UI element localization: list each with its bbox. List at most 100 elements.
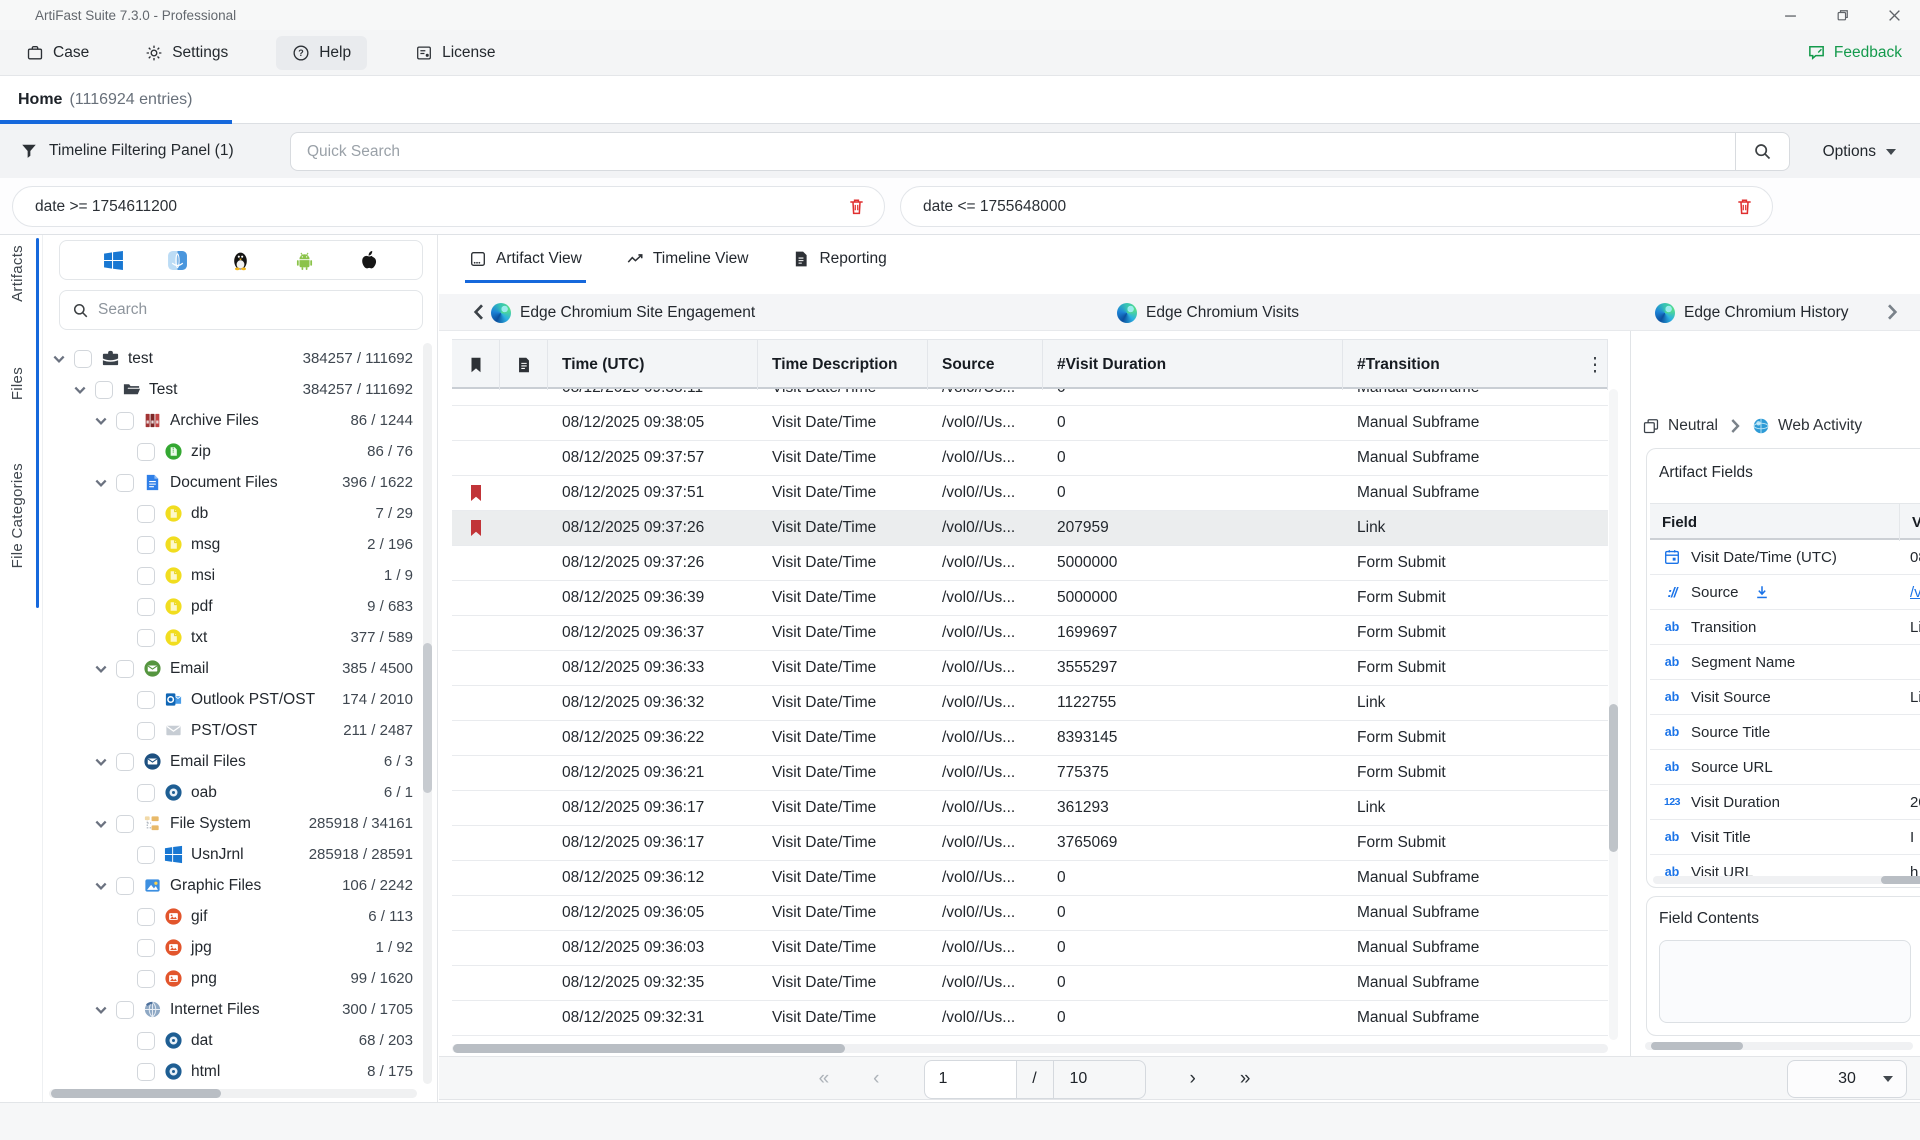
tree-item-internet-files[interactable]: Internet Files300 / 1705: [43, 994, 417, 1025]
timeline-filtering-panel-button[interactable]: Timeline Filtering Panel (1): [20, 124, 234, 178]
scrollbar-thumb[interactable]: [423, 643, 432, 793]
checkbox[interactable]: [137, 908, 155, 926]
checkbox[interactable]: [137, 598, 155, 616]
side-tab-files[interactable]: Files: [9, 367, 26, 400]
scrollbar-thumb[interactable]: [453, 1044, 845, 1053]
previous-page-button[interactable]: ‹: [873, 1068, 879, 1090]
tree-horizontal-scrollbar[interactable]: [49, 1089, 417, 1098]
tree-item-graphic-files[interactable]: Graphic Files106 / 2242: [43, 870, 417, 901]
tree-search-input[interactable]: [98, 301, 410, 319]
checkbox[interactable]: [137, 1032, 155, 1050]
checkbox[interactable]: [137, 567, 155, 585]
field-row-source-title[interactable]: abSource Title: [1650, 715, 1920, 750]
trash-icon[interactable]: [847, 197, 866, 216]
table-row[interactable]: 08/12/2025 09:36:22Visit Date/Time/vol0/…: [452, 721, 1608, 756]
column-menu-kebab-icon[interactable]: [1584, 340, 1606, 390]
value-column-header[interactable]: Value: [1900, 504, 1920, 541]
minimize-button[interactable]: [1764, 0, 1816, 30]
maximize-button[interactable]: [1816, 0, 1868, 30]
table-row[interactable]: 08/12/2025 09:37:26Visit Date/Time/vol0/…: [452, 511, 1608, 546]
scrollbar-thumb[interactable]: [51, 1089, 221, 1098]
chevron-down-icon[interactable]: [93, 816, 109, 832]
artifact-tab-site-engagement[interactable]: Edge Chromium Site Engagement: [491, 294, 755, 331]
tree-item-email[interactable]: Email385 / 4500: [43, 653, 417, 684]
tree-item-db[interactable]: db7 / 29: [43, 498, 417, 529]
table-row[interactable]: 08/12/2025 09:36:12Visit Date/Time/vol0/…: [452, 861, 1608, 896]
tree-item-test[interactable]: test384257 / 111692: [43, 343, 417, 374]
tree-item-outlook-pst-ost[interactable]: Outlook PST/OST174 / 2010: [43, 684, 417, 715]
checkbox[interactable]: [116, 1001, 134, 1019]
scrollbar-thumb[interactable]: [1609, 704, 1618, 852]
tree-item-msg[interactable]: msg2 / 196: [43, 529, 417, 560]
close-button[interactable]: [1868, 0, 1920, 30]
tree-item-html[interactable]: html8 / 175: [43, 1056, 417, 1082]
filter-chip-date-to[interactable]: date <= 1755648000: [900, 186, 1773, 227]
field-contents-box[interactable]: [1659, 940, 1911, 1023]
artifact-tab-visits[interactable]: Edge Chromium Visits: [1117, 294, 1299, 331]
tab-timeline-view[interactable]: Timeline View: [626, 235, 749, 283]
document-column-header[interactable]: [500, 340, 548, 390]
trash-icon[interactable]: [1735, 197, 1754, 216]
checkbox[interactable]: [116, 877, 134, 895]
checkbox[interactable]: [95, 381, 113, 399]
artifact-tab-history[interactable]: Edge Chromium History: [1655, 294, 1849, 331]
table-horizontal-scrollbar[interactable]: [452, 1044, 1608, 1053]
os-filter-linux[interactable]: [230, 250, 251, 271]
side-tab-artifacts[interactable]: Artifacts: [9, 245, 26, 302]
os-filter-windows[interactable]: [103, 250, 124, 271]
column-header-visit-duration[interactable]: #Visit Duration: [1043, 340, 1343, 390]
tree-item-file-system[interactable]: File System285918 / 34161: [43, 808, 417, 839]
column-header-time[interactable]: Time (UTC): [548, 340, 758, 390]
first-page-button[interactable]: «: [819, 1068, 830, 1090]
table-row[interactable]: 08/12/2025 09:36:39Visit Date/Time/vol0/…: [452, 581, 1608, 616]
checkbox[interactable]: [116, 660, 134, 678]
field-row-visit-duration[interactable]: 123Visit Duration207959: [1650, 785, 1920, 820]
filter-chip-date-from[interactable]: date >= 1754611200: [12, 186, 885, 227]
menu-item-help[interactable]: ?Help: [276, 36, 367, 70]
table-row[interactable]: 08/12/2025 09:32:35Visit Date/Time/vol0/…: [452, 966, 1608, 1001]
table-row[interactable]: 08/12/2025 09:38:05Visit Date/Time/vol0/…: [452, 406, 1608, 441]
checkbox[interactable]: [137, 939, 155, 957]
column-header-transition[interactable]: #Transition: [1343, 340, 1608, 390]
table-row[interactable]: 08/12/2025 09:36:17Visit Date/Time/vol0/…: [452, 826, 1608, 861]
tree-item-oab[interactable]: oab6 / 1: [43, 777, 417, 808]
tree-item-pdf[interactable]: pdf9 / 683: [43, 591, 417, 622]
field-row-source-url[interactable]: abSource URL: [1650, 750, 1920, 785]
table-row[interactable]: 08/12/2025 09:37:51Visit Date/Time/vol0/…: [452, 476, 1608, 511]
chevron-down-icon[interactable]: [93, 413, 109, 429]
details-horizontal-scrollbar[interactable]: [1645, 1042, 1913, 1050]
download-icon[interactable]: [1754, 584, 1770, 600]
tab-reporting[interactable]: Reporting: [792, 235, 886, 283]
checkbox[interactable]: [137, 536, 155, 554]
tree-item-test[interactable]: Test384257 / 111692: [43, 374, 417, 405]
checkbox[interactable]: [116, 474, 134, 492]
os-filter-macos[interactable]: [167, 250, 188, 271]
options-dropdown[interactable]: Options: [1815, 132, 1904, 171]
field-row-segment-name[interactable]: abSegment Name: [1650, 645, 1920, 680]
page-size-dropdown[interactable]: 30: [1787, 1060, 1907, 1098]
table-row[interactable]: 08/12/2025 09:36:17Visit Date/Time/vol0/…: [452, 791, 1608, 826]
chevron-down-icon[interactable]: [93, 878, 109, 894]
checkbox[interactable]: [137, 691, 155, 709]
table-row[interactable]: 08/12/2025 09:37:57Visit Date/Time/vol0/…: [452, 441, 1608, 476]
chevron-down-icon[interactable]: [93, 1002, 109, 1018]
checkbox[interactable]: [74, 350, 92, 368]
next-page-button[interactable]: ›: [1190, 1068, 1196, 1090]
chevron-down-icon[interactable]: [72, 382, 88, 398]
checkbox[interactable]: [116, 753, 134, 771]
tree-item-zip[interactable]: zip86 / 76: [43, 436, 417, 467]
chevron-down-icon[interactable]: [51, 351, 67, 367]
tree-item-dat[interactable]: dat68 / 203: [43, 1025, 417, 1056]
checkbox[interactable]: [137, 505, 155, 523]
current-page-input[interactable]: [924, 1060, 1017, 1099]
checkbox[interactable]: [137, 629, 155, 647]
search-button[interactable]: [1735, 133, 1789, 170]
os-filter-android[interactable]: [294, 250, 315, 271]
tree-item-usnjrnl[interactable]: UsnJrnl285918 / 28591: [43, 839, 417, 870]
scrollbar-thumb[interactable]: [1881, 876, 1920, 884]
menu-item-license[interactable]: License: [407, 36, 503, 70]
tree-vertical-scrollbar[interactable]: [423, 343, 432, 1084]
tree-item-archive-files[interactable]: Archive Files86 / 1244: [43, 405, 417, 436]
tree-item-pst-ost[interactable]: PST/OST211 / 2487: [43, 715, 417, 746]
chevron-down-icon[interactable]: [93, 661, 109, 677]
